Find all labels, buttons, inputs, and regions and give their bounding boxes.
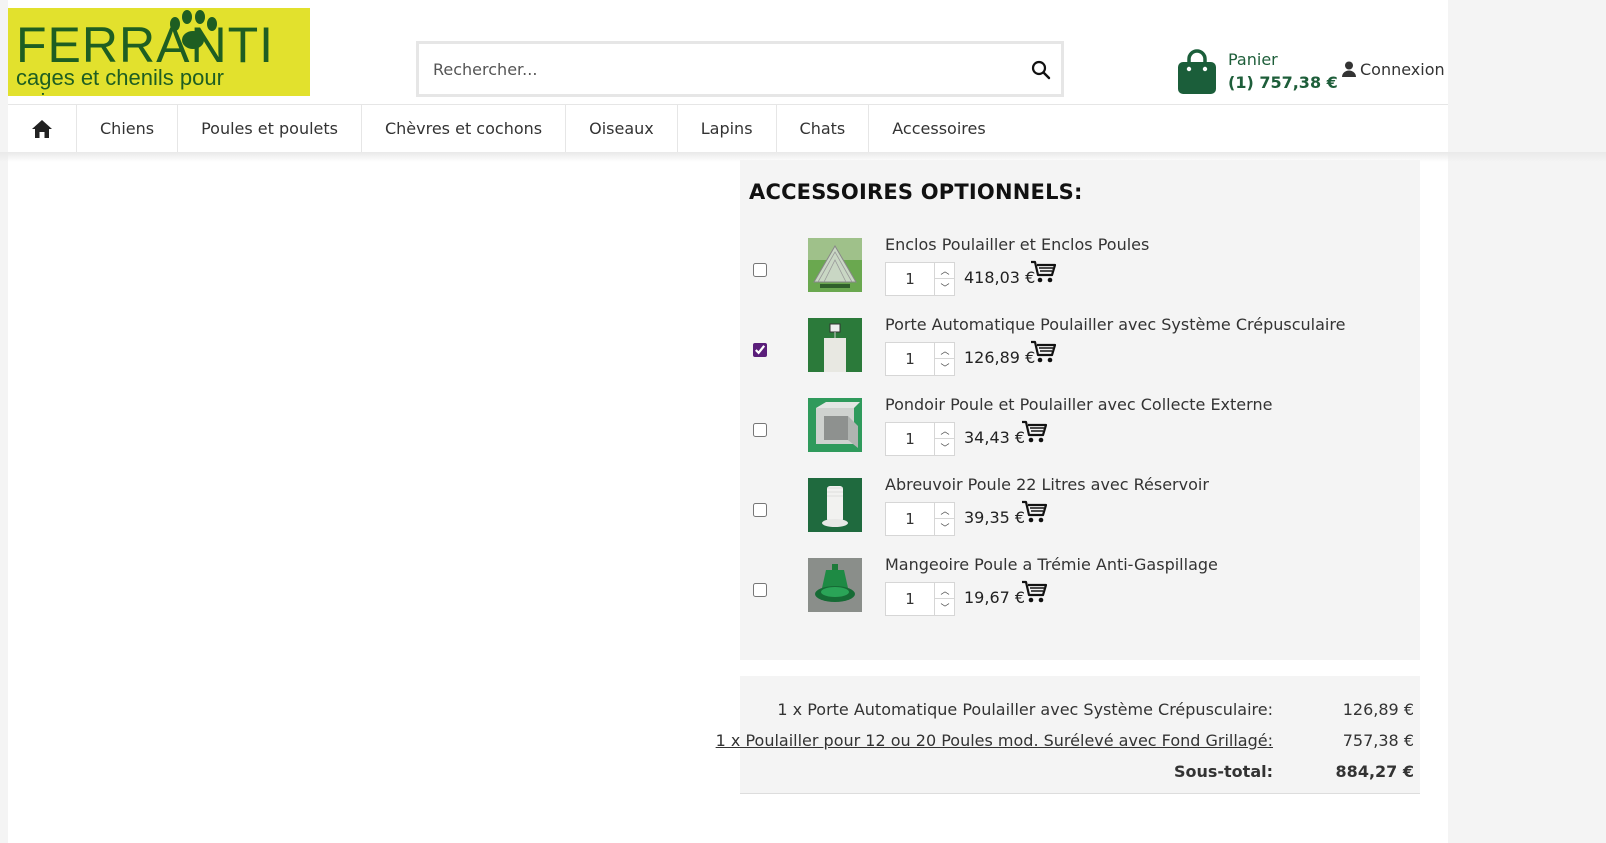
logo-brand: FERRANTI <box>16 17 274 73</box>
site-header: FERRANTI cages et chenils pour animaux P… <box>8 0 1448 104</box>
subtotal-value: 884,27 € <box>1335 762 1414 781</box>
summary-subtotal: Sous-total: 884,27 € <box>740 762 1420 784</box>
quantity-down-button[interactable]: ﹀ <box>935 439 955 455</box>
nav-home[interactable] <box>8 105 77 152</box>
user-icon <box>1342 61 1356 77</box>
summary-line: 1 x Porte Automatique Poulailler avec Sy… <box>740 700 1420 722</box>
site-logo[interactable]: FERRANTI cages et chenils pour animaux <box>8 8 310 96</box>
nav-item-chiens[interactable]: Chiens <box>77 105 179 152</box>
quantity-stepper: ︿ ﹀ <box>885 582 955 616</box>
quantity-stepper: ︿ ﹀ <box>885 502 955 536</box>
accessory-image-hopper-feeder[interactable] <box>808 558 862 612</box>
summary-line-value: 126,89 € <box>1342 700 1414 719</box>
accessory-name[interactable]: Abreuvoir Poule 22 Litres avec Réservoir <box>885 475 1209 494</box>
login-link[interactable]: Connexion <box>1342 60 1445 79</box>
right-gutter <box>1448 0 1606 843</box>
optional-accessories-panel: ACCESSOIRES OPTIONNELS: Enclos Poulaille… <box>740 160 1420 660</box>
add-to-cart-icon[interactable] <box>1030 340 1056 364</box>
search-box <box>416 41 1064 97</box>
nav-item-chevres[interactable]: Chèvres et cochons <box>362 105 567 152</box>
accessory-price: 19,67 € <box>964 588 1026 607</box>
quantity-down-button[interactable]: ﹀ <box>935 599 955 615</box>
accessory-price: 34,43 € <box>964 428 1026 447</box>
quantity-down-button[interactable]: ﹀ <box>935 359 955 375</box>
quantity-stepper: ︿ ﹀ <box>885 262 955 296</box>
main-nav: Chiens Poules et poulets Chèvres et coch… <box>8 104 1448 152</box>
cart-total: (1) 757,38 € <box>1228 73 1338 92</box>
accessory-checkbox[interactable] <box>753 343 767 357</box>
accessory-image-enclosure[interactable] <box>808 238 862 292</box>
accessory-price: 126,89 € <box>964 348 1036 367</box>
accessory-checkbox[interactable] <box>753 423 767 437</box>
quantity-up-button[interactable]: ︿ <box>935 343 955 359</box>
accessory-row: Abreuvoir Poule 22 Litres avec Réservoir… <box>740 475 1420 548</box>
subtotal-label: Sous-total: <box>1173 762 1273 781</box>
accessory-checkbox[interactable] <box>753 503 767 517</box>
search-icon[interactable] <box>1031 60 1051 80</box>
accessory-price: 418,03 € <box>964 268 1036 287</box>
add-to-cart-icon[interactable] <box>1021 500 1047 524</box>
accessory-row: Enclos Poulailler et Enclos Poules ︿ ﹀ 4… <box>740 235 1420 308</box>
accessory-image-nesting-box[interactable] <box>808 398 862 452</box>
add-to-cart-icon[interactable] <box>1030 260 1056 284</box>
quantity-up-button[interactable]: ︿ <box>935 583 955 599</box>
quantity-up-button[interactable]: ︿ <box>935 263 955 279</box>
quantity-input[interactable] <box>886 583 934 615</box>
cart-label: Panier <box>1228 50 1278 69</box>
search-input[interactable] <box>419 44 1009 94</box>
cart-widget[interactable]: Panier (1) 757,38 € <box>1176 46 1338 96</box>
accessory-price: 39,35 € <box>964 508 1026 527</box>
summary-main-product-link[interactable]: 1 x Poulailler pour 12 ou 20 Poules mod.… <box>716 731 1273 750</box>
quantity-input[interactable] <box>886 343 934 375</box>
summary-line: 1 x Poulailler pour 12 ou 20 Poules mod.… <box>716 731 1420 753</box>
summary-line-label: 1 x Porte Automatique Poulailler avec Sy… <box>777 700 1273 719</box>
accessory-checkbox[interactable] <box>753 263 767 277</box>
accessory-name[interactable]: Pondoir Poule et Poulailler avec Collect… <box>885 395 1272 414</box>
quantity-input[interactable] <box>886 423 934 455</box>
accessory-name[interactable]: Enclos Poulailler et Enclos Poules <box>885 235 1149 254</box>
quantity-stepper: ︿ ﹀ <box>885 342 955 376</box>
accessory-name[interactable]: Mangeoire Poule a Trémie Anti-Gaspillage <box>885 555 1218 574</box>
add-to-cart-icon[interactable] <box>1021 420 1047 444</box>
quantity-up-button[interactable]: ︿ <box>935 423 955 439</box>
summary-line-value: 757,38 € <box>1342 731 1414 750</box>
accessory-name[interactable]: Porte Automatique Poulailler avec Systèm… <box>885 315 1345 334</box>
quantity-up-button[interactable]: ︿ <box>935 503 955 519</box>
quantity-stepper: ︿ ﹀ <box>885 422 955 456</box>
nav-item-lapins[interactable]: Lapins <box>678 105 777 152</box>
accessory-row: Pondoir Poule et Poulailler avec Collect… <box>740 395 1420 468</box>
nav-item-poules[interactable]: Poules et poulets <box>178 105 362 152</box>
quantity-down-button[interactable]: ﹀ <box>935 279 955 295</box>
login-label: Connexion <box>1360 60 1445 79</box>
left-gutter <box>0 0 8 843</box>
accessory-row: Mangeoire Poule a Trémie Anti-Gaspillage… <box>740 555 1420 628</box>
quantity-input[interactable] <box>886 503 934 535</box>
quantity-input[interactable] <box>886 263 934 295</box>
logo-tagline: cages et chenils pour animaux <box>16 65 224 97</box>
accessories-title: ACCESSOIRES OPTIONNELS: <box>749 180 1083 204</box>
shopping-bag-icon <box>1178 49 1216 94</box>
nav-item-chats[interactable]: Chats <box>777 105 870 152</box>
home-icon <box>32 119 52 138</box>
add-to-cart-icon[interactable] <box>1021 580 1047 604</box>
accessory-image-water-drinker[interactable] <box>808 478 862 532</box>
nav-item-oiseaux[interactable]: Oiseaux <box>566 105 678 152</box>
quantity-down-button[interactable]: ﹀ <box>935 519 955 535</box>
nav-item-accessoires[interactable]: Accessoires <box>869 105 1008 152</box>
accessory-image-automatic-door[interactable] <box>808 318 862 372</box>
accessory-row: Porte Automatique Poulailler avec Systèm… <box>740 315 1420 388</box>
order-summary: 1 x Porte Automatique Poulailler avec Sy… <box>716 676 1420 794</box>
accessory-checkbox[interactable] <box>753 583 767 597</box>
